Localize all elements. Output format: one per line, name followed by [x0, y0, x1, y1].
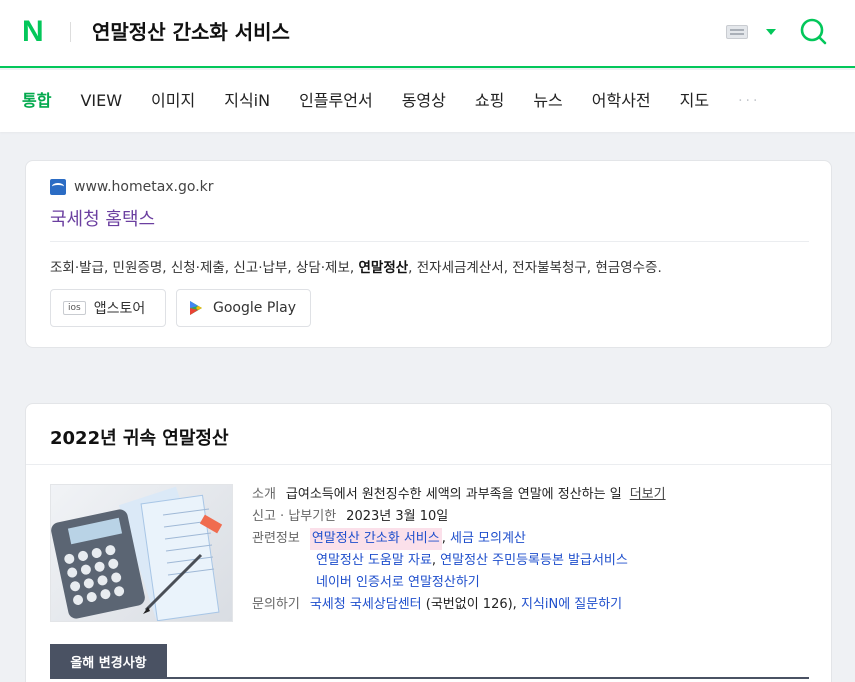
comma: ,	[431, 553, 441, 568]
search-tabs: 통합 VIEW 이미지 지식iN 인플루언서 동영상 쇼핑 뉴스 어학사전 지도…	[0, 70, 855, 132]
hometax-favicon-icon	[50, 179, 66, 195]
tab-kin[interactable]: 지식iN	[224, 70, 270, 132]
keyboard-icon[interactable]	[726, 25, 748, 39]
site-source: www.hometax.go.kr	[50, 179, 214, 195]
divider	[70, 22, 71, 42]
related-label: 관련정보	[252, 531, 300, 546]
more-link[interactable]: 더보기	[630, 484, 666, 506]
divider	[50, 241, 809, 242]
search-query[interactable]: 연말정산 간소화 서비스	[92, 16, 290, 48]
desc-text: , 전자세금계산서, 전자불복청구, 현금영수증.	[408, 260, 662, 276]
tab-shopping[interactable]: 쇼핑	[475, 70, 504, 132]
contact-link-kin[interactable]: 지식iN에 질문하기	[521, 594, 622, 616]
google-play-label: Google Play	[213, 300, 297, 316]
site-title-link[interactable]: 국세청 홈택스	[50, 205, 155, 231]
search-icon[interactable]	[798, 16, 828, 46]
intro-row: 소개 급여소득에서 원천징수한 세액의 과부족을 연말에 정산하는 일 더보기	[252, 484, 666, 506]
more-tabs-icon[interactable]: ···	[738, 93, 760, 109]
divider	[26, 464, 831, 465]
card-title[interactable]: 2022년 귀속 연말정산	[50, 424, 229, 450]
related-link-tax-simulation[interactable]: 세금 모의계산	[450, 528, 526, 550]
tab-image[interactable]: 이미지	[151, 70, 195, 132]
search-header: N 연말정산 간소화 서비스	[0, 0, 855, 68]
contact-link-center[interactable]: 국세청 국세상담센터	[310, 594, 422, 616]
appstore-label: 앱스토어	[93, 301, 146, 317]
contact-text: (국번없이 126),	[421, 597, 521, 612]
naver-logo[interactable]: N	[22, 14, 44, 50]
related-link-simplified-service[interactable]: 연말정산 간소화 서비스	[309, 528, 442, 550]
related-link-resident-registration[interactable]: 연말정산 주민등록등본 발급서비스	[440, 550, 628, 572]
tab-view[interactable]: VIEW	[80, 70, 122, 132]
caret-down-icon[interactable]	[766, 29, 776, 35]
desc-text: 조회·발급, 민원증명, 신청·제출, 신고·납부, 상담·제보,	[50, 260, 359, 276]
related-link-help-materials[interactable]: 연말정산 도움말 자료	[316, 550, 432, 572]
related-link-naver-cert[interactable]: 네이버 인증서로 연말정산하기	[316, 572, 480, 594]
site-url[interactable]: www.hometax.go.kr	[74, 179, 214, 195]
contact-row: 문의하기 국세청 국세상담센터 (국번없이 126), 지식iN에 질문하기	[252, 594, 666, 616]
deadline-row: 신고 · 납부기한 2023년 3월 10일	[252, 506, 666, 528]
related-row-3: 네이버 인증서로 연말정산하기	[252, 572, 666, 594]
tab-integrated[interactable]: 통합	[22, 70, 51, 132]
google-play-button[interactable]: Google Play	[176, 289, 311, 327]
related-row-2: 연말정산 도움말 자료, 연말정산 주민등록등본 발급서비스	[252, 550, 666, 572]
tab-dictionary[interactable]: 어학사전	[592, 70, 651, 132]
comma: ,	[441, 531, 450, 546]
deadline-value: 2023년 3월 10일	[346, 509, 449, 524]
info-table: 소개 급여소득에서 원천징수한 세액의 과부족을 연말에 정산하는 일 더보기 …	[252, 484, 666, 616]
tab-map[interactable]: 지도	[680, 70, 709, 132]
site-description: 조회·발급, 민원증명, 신청·제출, 신고·납부, 상담·제보, 연말정산, …	[50, 256, 662, 276]
google-play-icon	[190, 301, 202, 315]
intro-text: 급여소득에서 원천징수한 세액의 과부족을 연말에 정산하는 일	[285, 487, 622, 502]
tab-video[interactable]: 동영상	[402, 70, 446, 132]
tab-news[interactable]: 뉴스	[533, 70, 562, 132]
calculator-illustration[interactable]	[50, 484, 233, 622]
calculator-image-icon	[51, 486, 223, 621]
intro-label: 소개	[252, 487, 276, 502]
tab-this-year-changes[interactable]: 올해 변경사항	[50, 644, 167, 679]
deadline-label: 신고 · 납부기한	[252, 509, 337, 524]
changes-tab-bar: 올해 변경사항	[50, 644, 809, 679]
contact-label: 문의하기	[252, 597, 300, 612]
desc-highlight: 연말정산	[358, 260, 409, 276]
related-row: 관련정보 연말정산 간소화 서비스, 세금 모의계산	[252, 528, 666, 550]
tab-influencer[interactable]: 인플루언서	[299, 70, 373, 132]
knowledge-card: 2022년 귀속 연말정산 소개 급여소득에서 원천징수한 세액의 과부족을 연…	[25, 403, 832, 682]
ios-badge: ios	[63, 301, 86, 315]
site-result-card: www.hometax.go.kr 국세청 홈택스 조회·발급, 민원증명, 신…	[25, 160, 832, 348]
appstore-button[interactable]: ios 앱스토어	[50, 289, 166, 327]
